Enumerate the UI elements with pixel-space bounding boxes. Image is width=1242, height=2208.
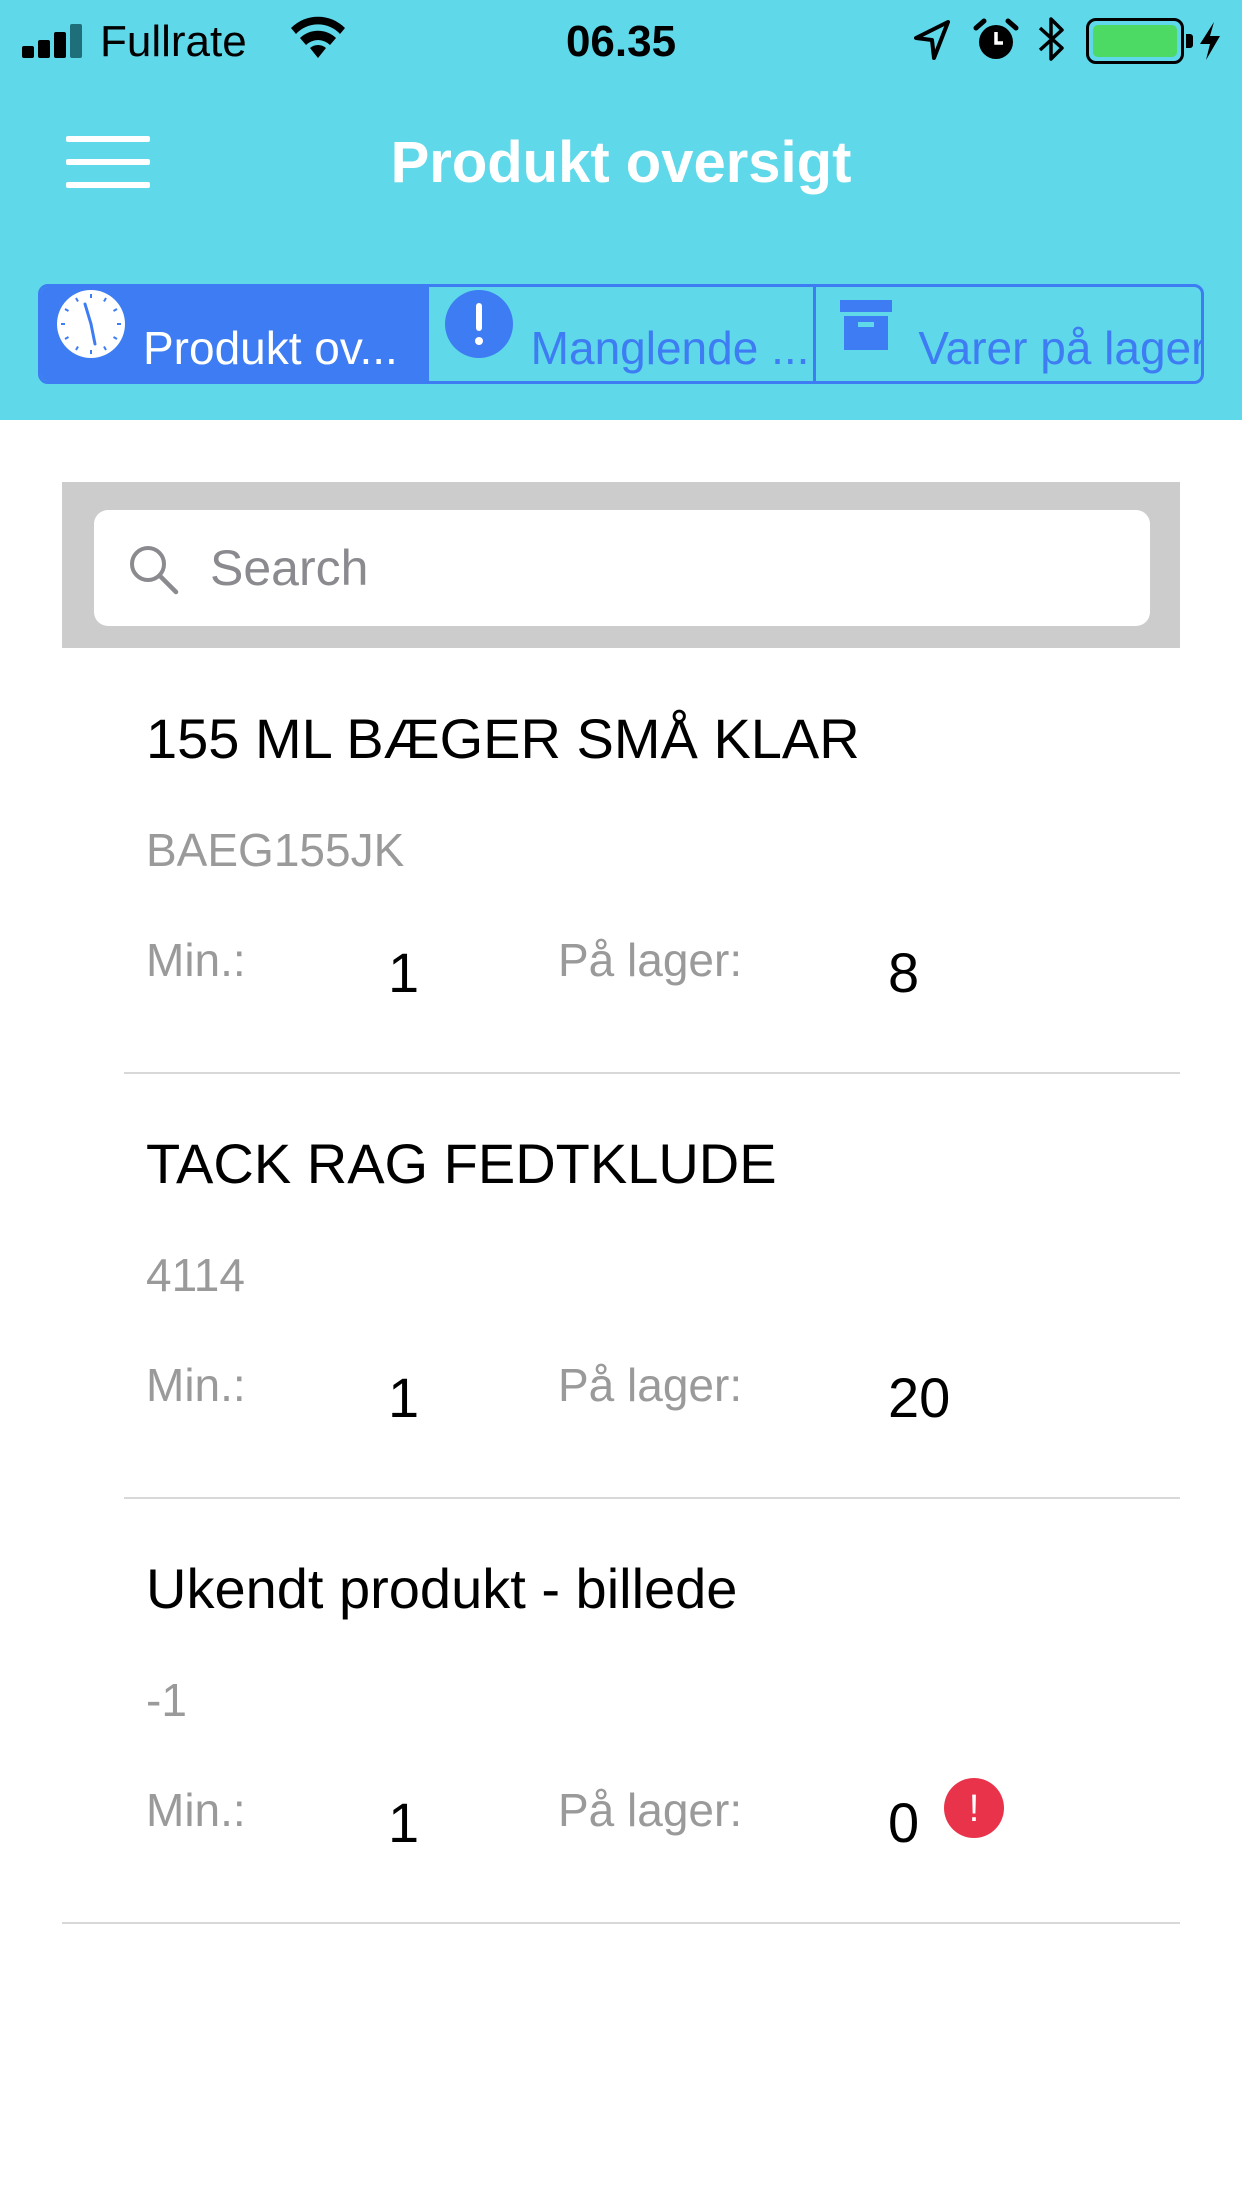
bluetooth-icon xyxy=(1038,17,1064,61)
stock-value: 20 xyxy=(888,1366,951,1429)
min-value: 1 xyxy=(388,1366,420,1429)
min-value: 1 xyxy=(388,941,420,1004)
stock-value: 8 xyxy=(888,941,920,1004)
tab-produkt-oversigt[interactable]: Produkt ov... xyxy=(41,287,426,381)
tab-label: Varer på lager xyxy=(918,322,1202,374)
list-item[interactable]: TACK RAG FEDTKLUDE 4114 Min.: 1 På lager… xyxy=(0,1079,1242,1504)
min-label: Min.: xyxy=(146,1359,246,1411)
list-divider xyxy=(62,1922,1180,1924)
app-header: Fullrate 06.35 Produkt oversigt Produkt … xyxy=(0,0,1242,420)
alarm-clock-icon xyxy=(973,18,1019,59)
product-code: BAEG155JK xyxy=(146,824,405,876)
list-divider xyxy=(124,1497,1180,1499)
product-code: 4114 xyxy=(146,1249,245,1301)
list-divider xyxy=(124,1072,1180,1074)
search-field[interactable] xyxy=(94,510,1150,626)
location-arrow-icon xyxy=(914,20,950,60)
stock-label: På lager: xyxy=(558,1359,743,1411)
product-name: TACK RAG FEDTKLUDE xyxy=(146,1132,777,1195)
min-label: Min.: xyxy=(146,934,246,986)
battery-icon xyxy=(1086,18,1193,64)
list-item[interactable]: 155 ML BÆGER SMÅ KLAR BAEG155JK Min.: 1 … xyxy=(0,654,1242,1079)
archive-box-icon xyxy=(830,288,902,360)
search-input[interactable] xyxy=(210,532,1110,604)
min-value: 1 xyxy=(388,1791,420,1854)
product-list: 155 ML BÆGER SMÅ KLAR BAEG155JK Min.: 1 … xyxy=(0,654,1242,1929)
alert-symbol: ! xyxy=(969,1788,980,1830)
stock-value: 0 xyxy=(888,1791,920,1854)
charging-bolt-icon xyxy=(1200,22,1220,60)
battery-level xyxy=(1093,25,1177,57)
tab-label: Produkt ov... xyxy=(143,322,398,374)
low-stock-alert-icon: ! xyxy=(944,1778,1004,1838)
tab-varer-paa-lager[interactable]: Varer på lager xyxy=(813,287,1201,381)
stock-label: På lager: xyxy=(558,934,743,986)
stock-label: På lager: xyxy=(558,1784,743,1836)
min-label: Min.: xyxy=(146,1784,246,1836)
segmented-tabs: Produkt ov... Manglende ... Varer på lag… xyxy=(38,284,1204,384)
exclamation-circle-icon xyxy=(443,288,515,360)
page-title: Produkt oversigt xyxy=(390,130,852,195)
product-name: 155 ML BÆGER SMÅ KLAR xyxy=(146,707,860,770)
clock-icon xyxy=(55,288,127,360)
tab-label: Manglende ... xyxy=(530,322,810,374)
product-code: -1 xyxy=(146,1674,187,1726)
product-name: Ukendt produkt - billede xyxy=(146,1557,738,1620)
search-bar xyxy=(62,482,1180,648)
list-item[interactable]: Ukendt produkt - billede -1 Min.: 1 På l… xyxy=(0,1504,1242,1929)
status-bar: Fullrate 06.35 xyxy=(0,0,1242,80)
search-icon xyxy=(130,546,179,595)
tab-manglende[interactable]: Manglende ... xyxy=(425,287,814,381)
